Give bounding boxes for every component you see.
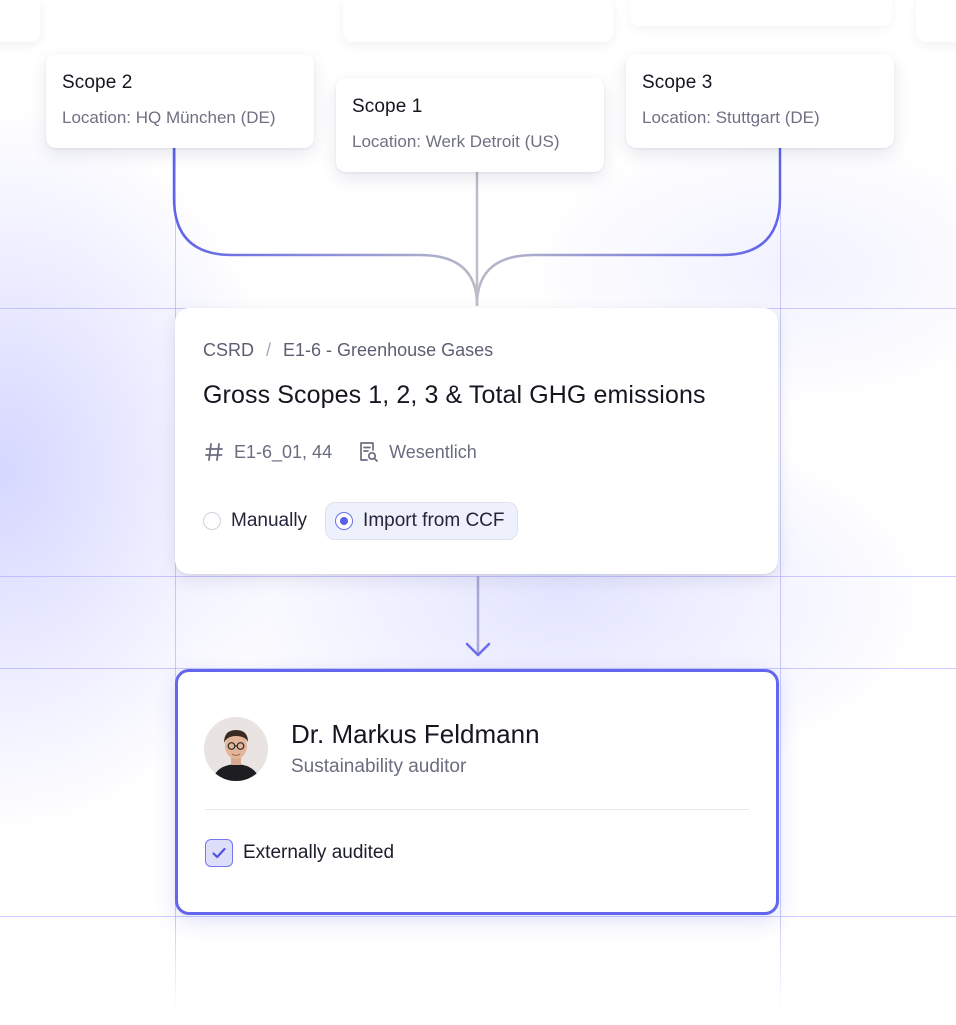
externally-audited-checkbox-row[interactable]: Externally audited bbox=[205, 839, 394, 867]
breadcrumb-separator: / bbox=[266, 340, 272, 360]
auditor-role: Sustainability auditor bbox=[291, 756, 467, 777]
datapoint-card: CSRD / E1-6 - Greenhouse Gases Gross Sco… bbox=[175, 308, 778, 574]
avatar bbox=[204, 717, 268, 781]
scope-title: Scope 1 bbox=[352, 96, 423, 117]
auditor-card: Dr. Markus Feldmann Sustainability audit… bbox=[175, 669, 779, 915]
option-label: Import from CCF bbox=[363, 510, 505, 531]
materiality-label: Wesentlich bbox=[389, 441, 477, 462]
checkbox-checked[interactable] bbox=[205, 839, 233, 867]
scope-location: Location: Stuttgart (DE) bbox=[642, 108, 820, 127]
scope-title: Scope 2 bbox=[62, 72, 133, 93]
check-icon bbox=[212, 847, 226, 859]
scope-card-1[interactable]: Scope 1 Location: Werk Detroit (US) bbox=[336, 78, 604, 172]
audit-label: Externally audited bbox=[243, 842, 395, 863]
scope-title: Scope 3 bbox=[642, 72, 713, 93]
reference-code: E1-6_01, 44 bbox=[234, 441, 333, 462]
auditor-name: Dr. Markus Feldmann bbox=[291, 719, 540, 749]
scope-location: Location: Werk Detroit (US) bbox=[352, 132, 560, 151]
divider bbox=[205, 809, 749, 810]
reference-meta: E1-6_01, 44 bbox=[203, 441, 332, 463]
input-method-options: Manually Import from CCF bbox=[203, 502, 750, 540]
document-search-icon bbox=[356, 440, 380, 464]
scope-location: Location: HQ München (DE) bbox=[62, 108, 276, 127]
materiality-meta: Wesentlich bbox=[356, 440, 477, 464]
radio-unselected[interactable] bbox=[203, 512, 221, 530]
option-import-from-ccf[interactable]: Import from CCF bbox=[325, 502, 518, 540]
scope-card-2[interactable]: Scope 2 Location: HQ München (DE) bbox=[46, 54, 314, 148]
hash-icon bbox=[203, 441, 225, 463]
breadcrumb: CSRD / E1-6 - Greenhouse Gases bbox=[203, 340, 750, 361]
option-label: Manually bbox=[231, 510, 308, 531]
radio-selected[interactable] bbox=[335, 512, 354, 530]
option-manually[interactable]: Manually bbox=[203, 510, 307, 532]
breadcrumb-item-framework[interactable]: CSRD bbox=[203, 340, 254, 361]
breadcrumb-item-topic[interactable]: E1-6 - Greenhouse Gases bbox=[283, 340, 493, 361]
datapoint-title: Gross Scopes 1, 2, 3 & Total GHG emissio… bbox=[203, 381, 706, 409]
datapoint-meta: E1-6_01, 44 Wesentlich bbox=[203, 440, 750, 464]
scope-card-3[interactable]: Scope 3 Location: Stuttgart (DE) bbox=[626, 54, 894, 148]
